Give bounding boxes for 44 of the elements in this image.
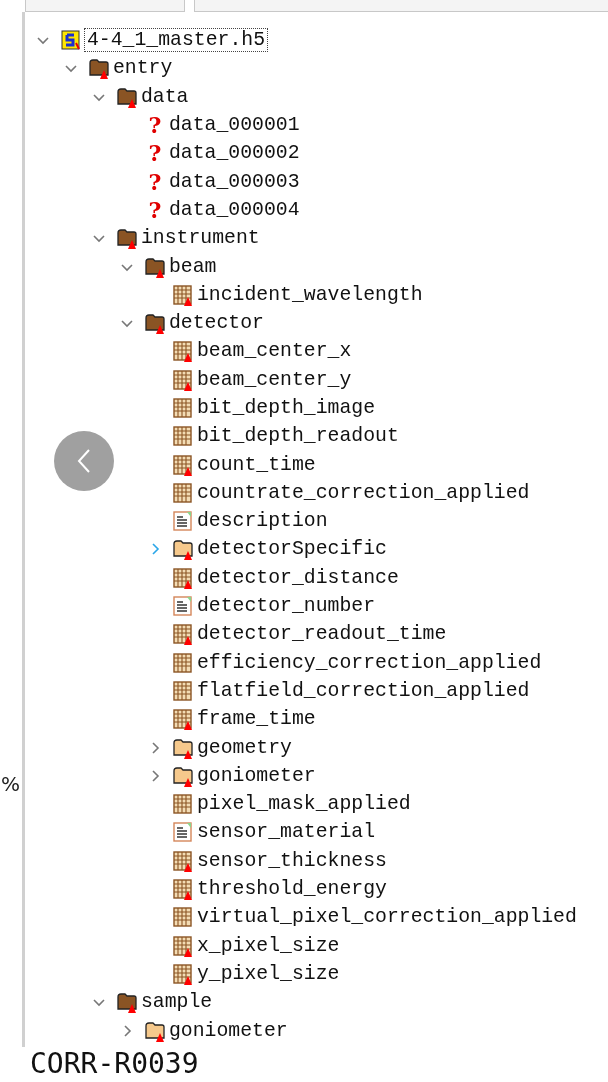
tree-item-label[interactable]: beam [169, 255, 217, 278]
tree-item-label[interactable]: entry [113, 57, 173, 80]
tree-item-label[interactable]: pixel_mask_applied [197, 793, 411, 816]
question-mark-icon: ? [145, 114, 165, 137]
tree-item-label[interactable]: frame_time [197, 708, 316, 731]
tree-item-label[interactable]: bit_depth_image [197, 397, 376, 419]
tree-item-label[interactable]: flatfield_correction_applied [197, 679, 530, 702]
tree-item-label[interactable]: bit_depth_readout [197, 425, 399, 448]
tree-item-label[interactable]: y_pixel_size [197, 962, 340, 985]
question-mark-icon: ? [145, 170, 165, 193]
tree-item-label[interactable]: goniometer [197, 764, 316, 787]
tree-item-label[interactable]: data_000002 [169, 142, 300, 165]
back-button[interactable] [54, 431, 114, 491]
tree-item-label[interactable]: threshold_energy [197, 878, 387, 901]
tree-item-label[interactable]: detector_number [197, 595, 376, 618]
tree-item-label[interactable]: beam_center_y [197, 368, 352, 391]
hdf-file-icon [61, 29, 81, 52]
tree-item-label[interactable]: detector_distance [197, 566, 399, 589]
tree-item-label[interactable]: countrate_correction_applied [197, 481, 530, 504]
tree-item-label[interactable]: detector [169, 312, 264, 335]
tree-item-label[interactable]: sensor_material [197, 821, 376, 844]
tree-item-label[interactable]: detectorSpecific [197, 538, 387, 561]
tree-item-label[interactable]: instrument [141, 227, 260, 250]
tree-item-label[interactable]: data [141, 85, 189, 108]
tree-item-label[interactable]: goniometer [169, 1019, 288, 1042]
tree-item-label[interactable]: geometry [197, 736, 292, 759]
tree-item-label[interactable]: 4-4_1_master.h5 [85, 29, 268, 52]
question-mark-icon: ? [145, 142, 165, 165]
tree-item-label[interactable]: virtual_pixel_correction_applied [197, 906, 577, 929]
cut-off-text: % [1, 772, 20, 796]
question-mark-icon: ? [145, 198, 165, 221]
tree-item-label[interactable]: description [197, 510, 328, 533]
tree-item-label[interactable]: data_000003 [169, 170, 300, 193]
tree-item-label[interactable]: sample [141, 991, 213, 1014]
tree-item-label[interactable]: sensor_thickness [197, 849, 387, 872]
tree-item-label[interactable]: detector_readout_time [197, 623, 447, 646]
tree-item-label[interactable]: count_time [197, 453, 316, 476]
tree-item-label[interactable]: beam_center_x [197, 340, 352, 363]
tree-item-label[interactable]: x_pixel_size [197, 934, 340, 957]
footer-text: CORR-R0039 [29, 1047, 200, 1081]
tree-item-label[interactable]: data_000001 [169, 114, 300, 137]
tree-item-label[interactable]: efficiency_correction_applied [197, 651, 542, 674]
tree-item-label[interactable]: incident_wavelength [197, 283, 423, 306]
tree-item-label[interactable]: data_000004 [169, 198, 300, 221]
